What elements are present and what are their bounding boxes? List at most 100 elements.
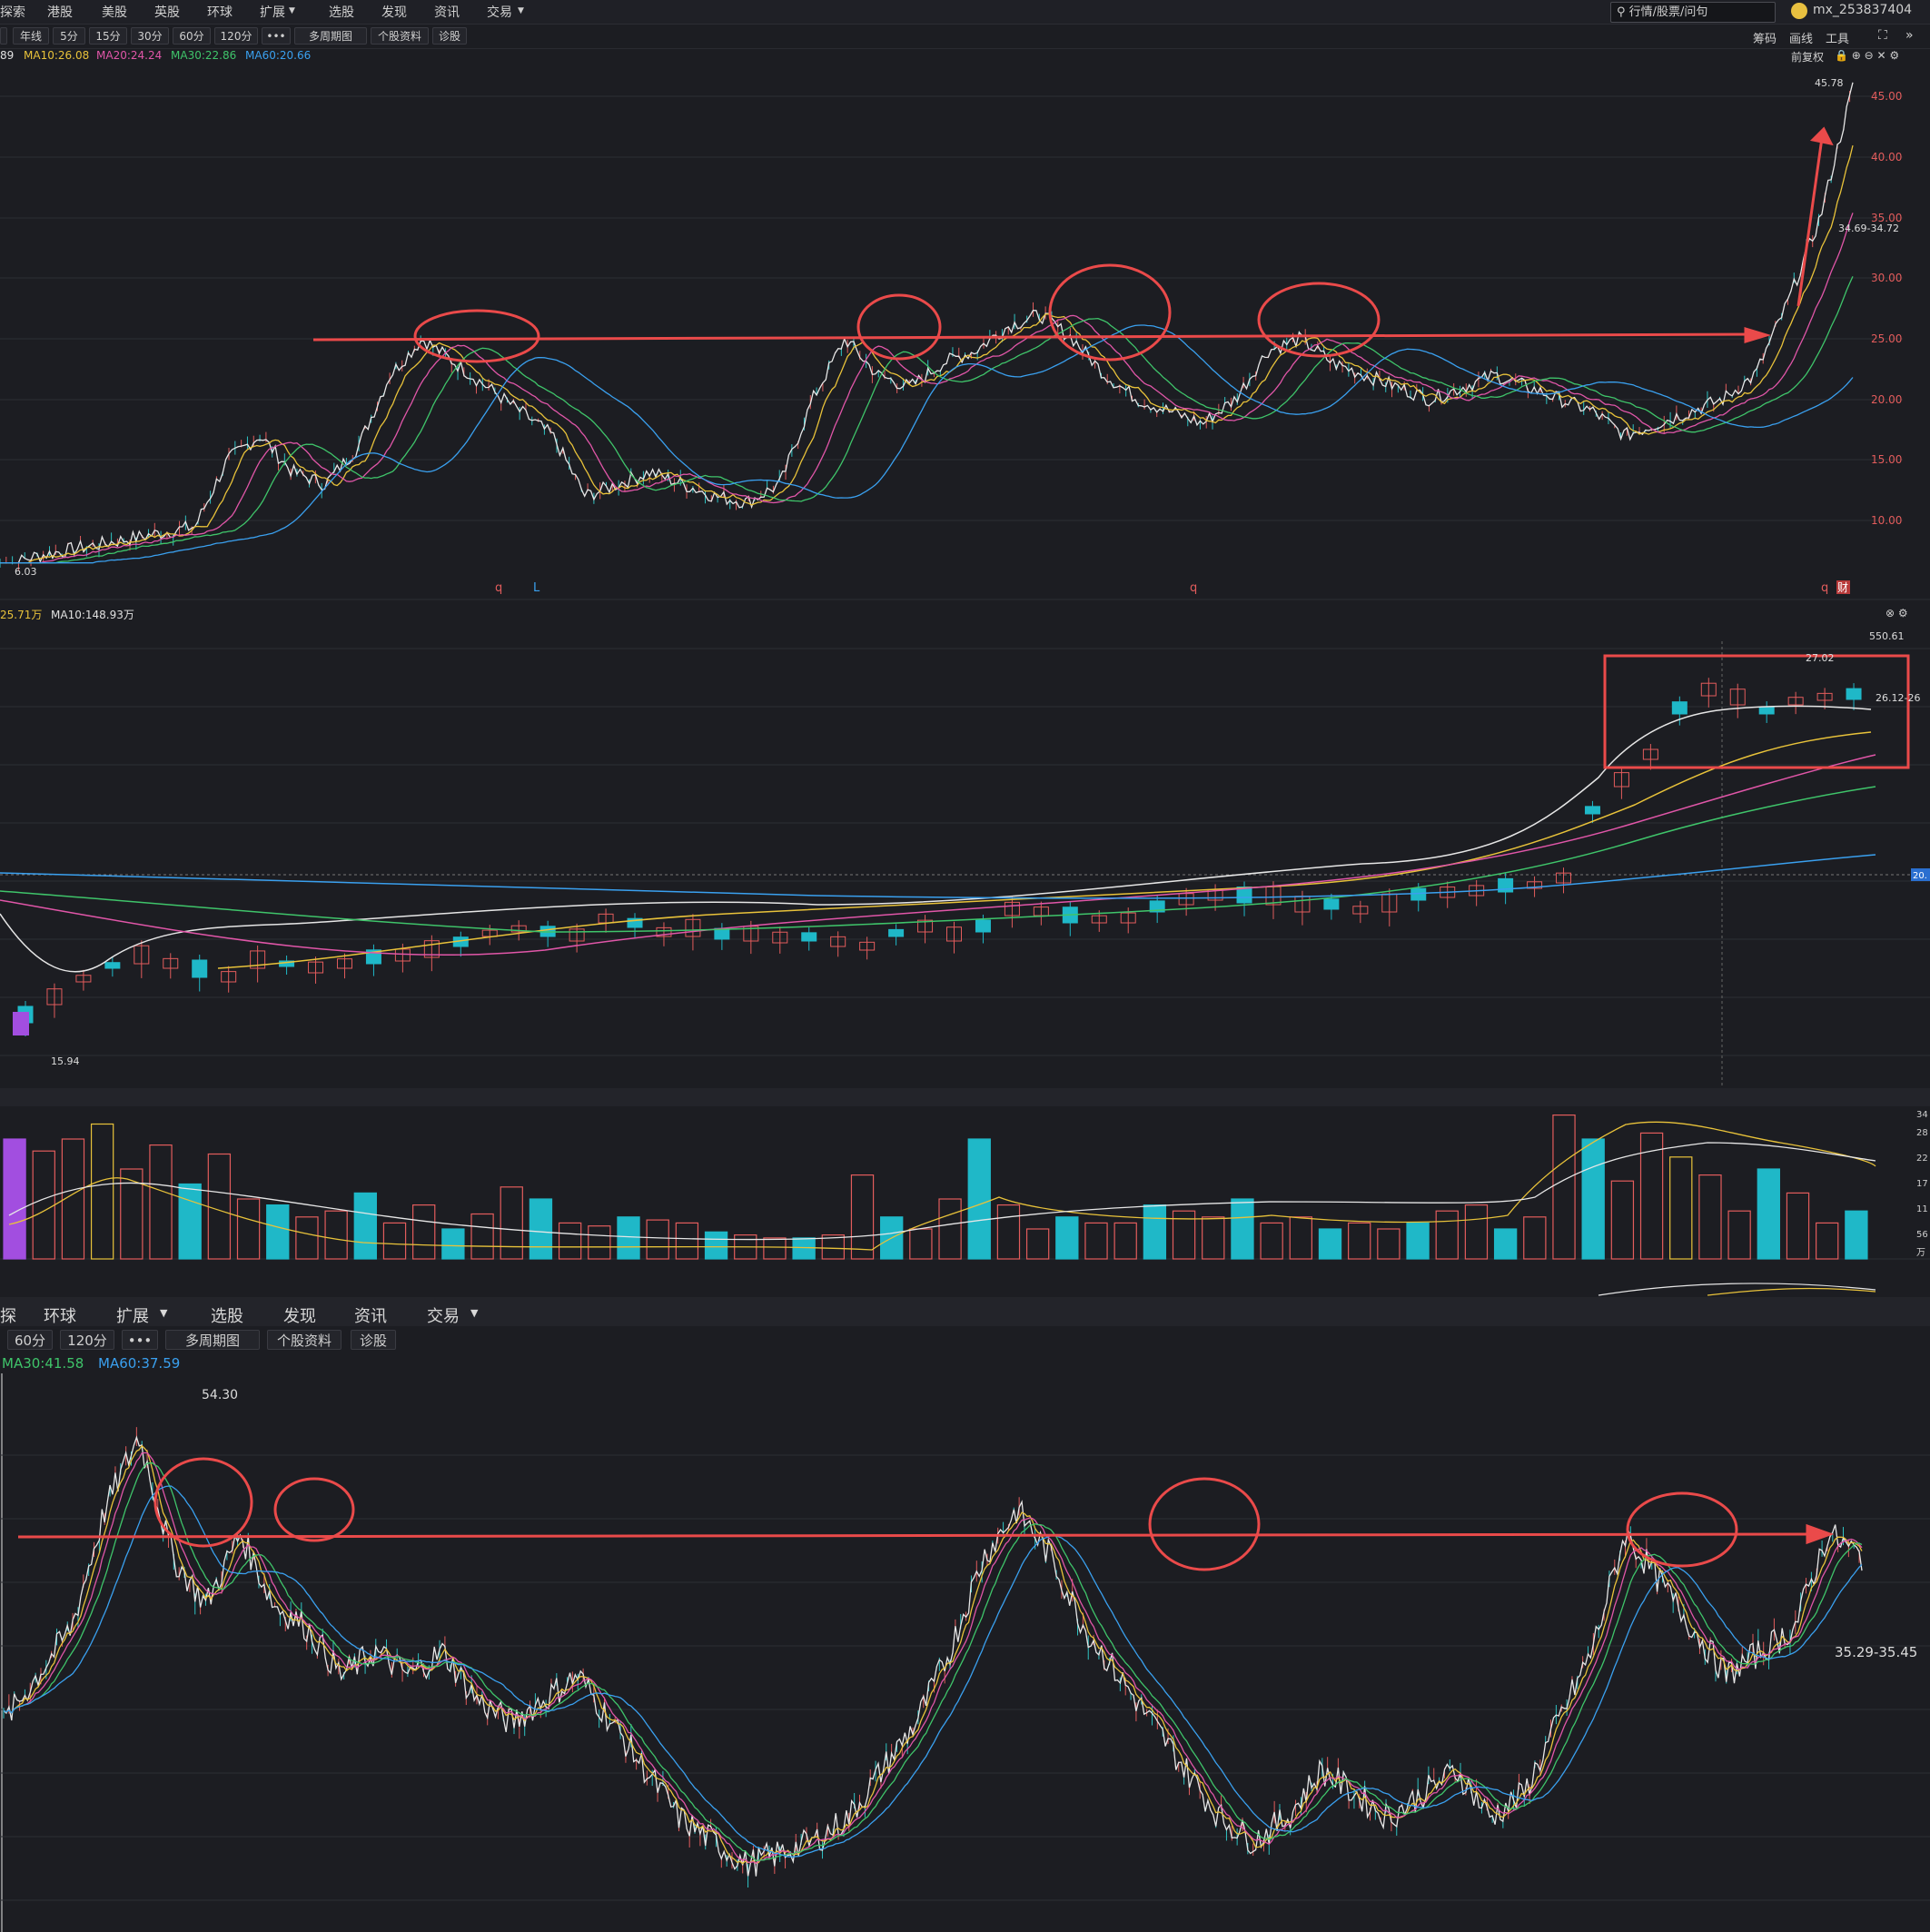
menu-us[interactable]: 美股 [102, 3, 127, 21]
search-input[interactable]: ⚲ 行情/股票/问句 [1610, 2, 1776, 23]
avatar[interactable] [1791, 3, 1807, 19]
period-year-button[interactable]: 年线 [13, 27, 49, 45]
period-60m-button[interactable]: 60分 [173, 27, 211, 45]
candle-body [1323, 898, 1340, 910]
event-marker[interactable]: q [495, 581, 502, 595]
chevron-down-icon: ▼ [160, 1307, 168, 1319]
candle-body [801, 932, 817, 942]
volume-bar [1143, 1204, 1167, 1260]
volume-bar [32, 1150, 55, 1260]
expand-icon[interactable]: » [1905, 28, 1914, 43]
event-marker[interactable]: q [1190, 581, 1197, 595]
chart1-kline[interactable]: 45.00 40.00 35.00 30.00 25.00 20.00 15.0… [0, 65, 1930, 601]
volume-bar [1493, 1228, 1518, 1260]
period-120m-button[interactable]: 120分 [60, 1330, 114, 1350]
menu-news[interactable]: 资讯 [434, 3, 460, 21]
high-label: 54.30 [202, 1388, 238, 1402]
menu-uk[interactable]: 英股 [154, 3, 180, 21]
volume-bar [763, 1237, 787, 1260]
chevron-down-icon: ▼ [289, 6, 295, 15]
stock-profile-button[interactable]: 个股资料 [371, 27, 429, 45]
menu-trade[interactable]: 交易 [487, 3, 512, 21]
chart3-kline[interactable]: 54.30 35.29-35.45 [0, 1373, 1930, 1932]
multi-period-button[interactable]: 多周期图 [294, 27, 367, 45]
menu-global[interactable]: 环球 [44, 1303, 76, 1327]
arrow-head [1806, 1523, 1835, 1545]
volume-chart[interactable]: 34 28 22 17 11 56 万 [0, 1088, 1930, 1297]
period-15m-button[interactable]: 15分 [89, 27, 127, 45]
price-tick: 20.00 [1871, 393, 1902, 406]
menu-trade[interactable]: 交易 [427, 1303, 460, 1327]
menu-hk[interactable]: 港股 [47, 3, 73, 21]
more-button[interactable]: ••• [262, 27, 291, 45]
lock-icon[interactable]: 🔒 ⊕ ⊖ ✕ ⚙ [1835, 49, 1899, 62]
multi-period-button[interactable]: 多周期图 [165, 1330, 260, 1350]
arrow-head [1744, 326, 1772, 344]
volume-bar [1172, 1210, 1196, 1260]
volume-bar [412, 1204, 436, 1260]
candle-body [1671, 701, 1688, 715]
volume-bar [1523, 1216, 1547, 1260]
volume-bar [500, 1186, 523, 1260]
menu-extend[interactable]: 扩展 [116, 1303, 149, 1327]
menu-extend[interactable]: 扩展 [260, 3, 285, 21]
volume-bar [792, 1237, 816, 1260]
volume-bar [441, 1228, 465, 1260]
tools-button[interactable]: 工具 [1826, 29, 1849, 46]
ma30-label: MA30:22.86 [171, 49, 237, 62]
price-tick: 25.00 [1871, 332, 1902, 345]
menu-screener[interactable]: 选股 [329, 3, 354, 21]
volume-bar [1348, 1222, 1371, 1260]
event-marker[interactable]: L [533, 581, 540, 595]
volume-bar [1231, 1198, 1254, 1260]
menu-explore[interactable]: 探 [0, 1303, 16, 1327]
volume-bar [617, 1216, 640, 1260]
volume-bar [1406, 1222, 1430, 1260]
ma20-label: MA20:24.24 [96, 49, 163, 62]
fullscreen-icon[interactable]: ⛶ [1878, 28, 1887, 43]
volume-bar [1084, 1222, 1108, 1260]
volume-bar [704, 1231, 728, 1260]
high-label: 27.02 [1806, 652, 1835, 664]
period-60m-button[interactable]: 60分 [7, 1330, 53, 1350]
menu-explore[interactable]: 探索 [0, 3, 25, 21]
stock-profile-button[interactable]: 个股资料 [267, 1330, 341, 1350]
bottom-menu-bar: 探 环球 扩展 ▼ 选股 发现 资讯 交易 ▼ [0, 1297, 1930, 1326]
candle-body [13, 1012, 29, 1035]
volume-bar [178, 1183, 202, 1260]
volume-bar [149, 1144, 173, 1260]
username[interactable]: mx_253837404 [1813, 3, 1912, 17]
chips-button[interactable]: 筹码 [1753, 29, 1777, 46]
chevron-down-icon: ▼ [470, 1307, 479, 1319]
period-120m-button[interactable]: 120分 [214, 27, 258, 45]
menu-global[interactable]: 环球 [207, 3, 233, 21]
ma30-label: MA30:41.58 [2, 1355, 84, 1372]
period-day-button[interactable] [0, 27, 7, 45]
more-button[interactable]: ••• [122, 1330, 158, 1350]
circle-mark [1257, 282, 1381, 358]
bottom-toolbar: 60分 120分 ••• 多周期图 个股资料 诊股 [0, 1326, 1930, 1353]
candle-body [1584, 806, 1600, 815]
volume-bar [1289, 1216, 1312, 1260]
menu-news[interactable]: 资讯 [354, 1303, 387, 1327]
vol-tick: 17 [1916, 1179, 1928, 1189]
event-marker[interactable]: q [1821, 581, 1828, 595]
menu-discover[interactable]: 发现 [381, 3, 407, 21]
diagnose-button[interactable]: 诊股 [351, 1330, 396, 1350]
candle-body [104, 962, 121, 969]
price-tick: 30.00 [1871, 272, 1902, 284]
circle-mark [856, 293, 942, 361]
diagnose-button[interactable]: 诊股 [432, 27, 467, 45]
menu-screener[interactable]: 选股 [211, 1303, 243, 1327]
period-30m-button[interactable]: 30分 [131, 27, 169, 45]
menu-discover[interactable]: 发现 [283, 1303, 316, 1327]
chart2-kline[interactable]: 550.61 27.02 26.12-26 15.94 20. [0, 623, 1930, 1088]
volume-bar [529, 1198, 553, 1260]
price-tag-label: 20. [1913, 871, 1927, 881]
period-5m-button[interactable]: 5分 [53, 27, 85, 45]
close-icon[interactable]: ⊗ ⚙ [1885, 607, 1908, 619]
volume-bar [1318, 1228, 1342, 1260]
adjust-label[interactable]: 前复权 [1791, 49, 1824, 64]
volume-bar [1202, 1216, 1225, 1260]
draw-button[interactable]: 画线 [1789, 29, 1813, 46]
